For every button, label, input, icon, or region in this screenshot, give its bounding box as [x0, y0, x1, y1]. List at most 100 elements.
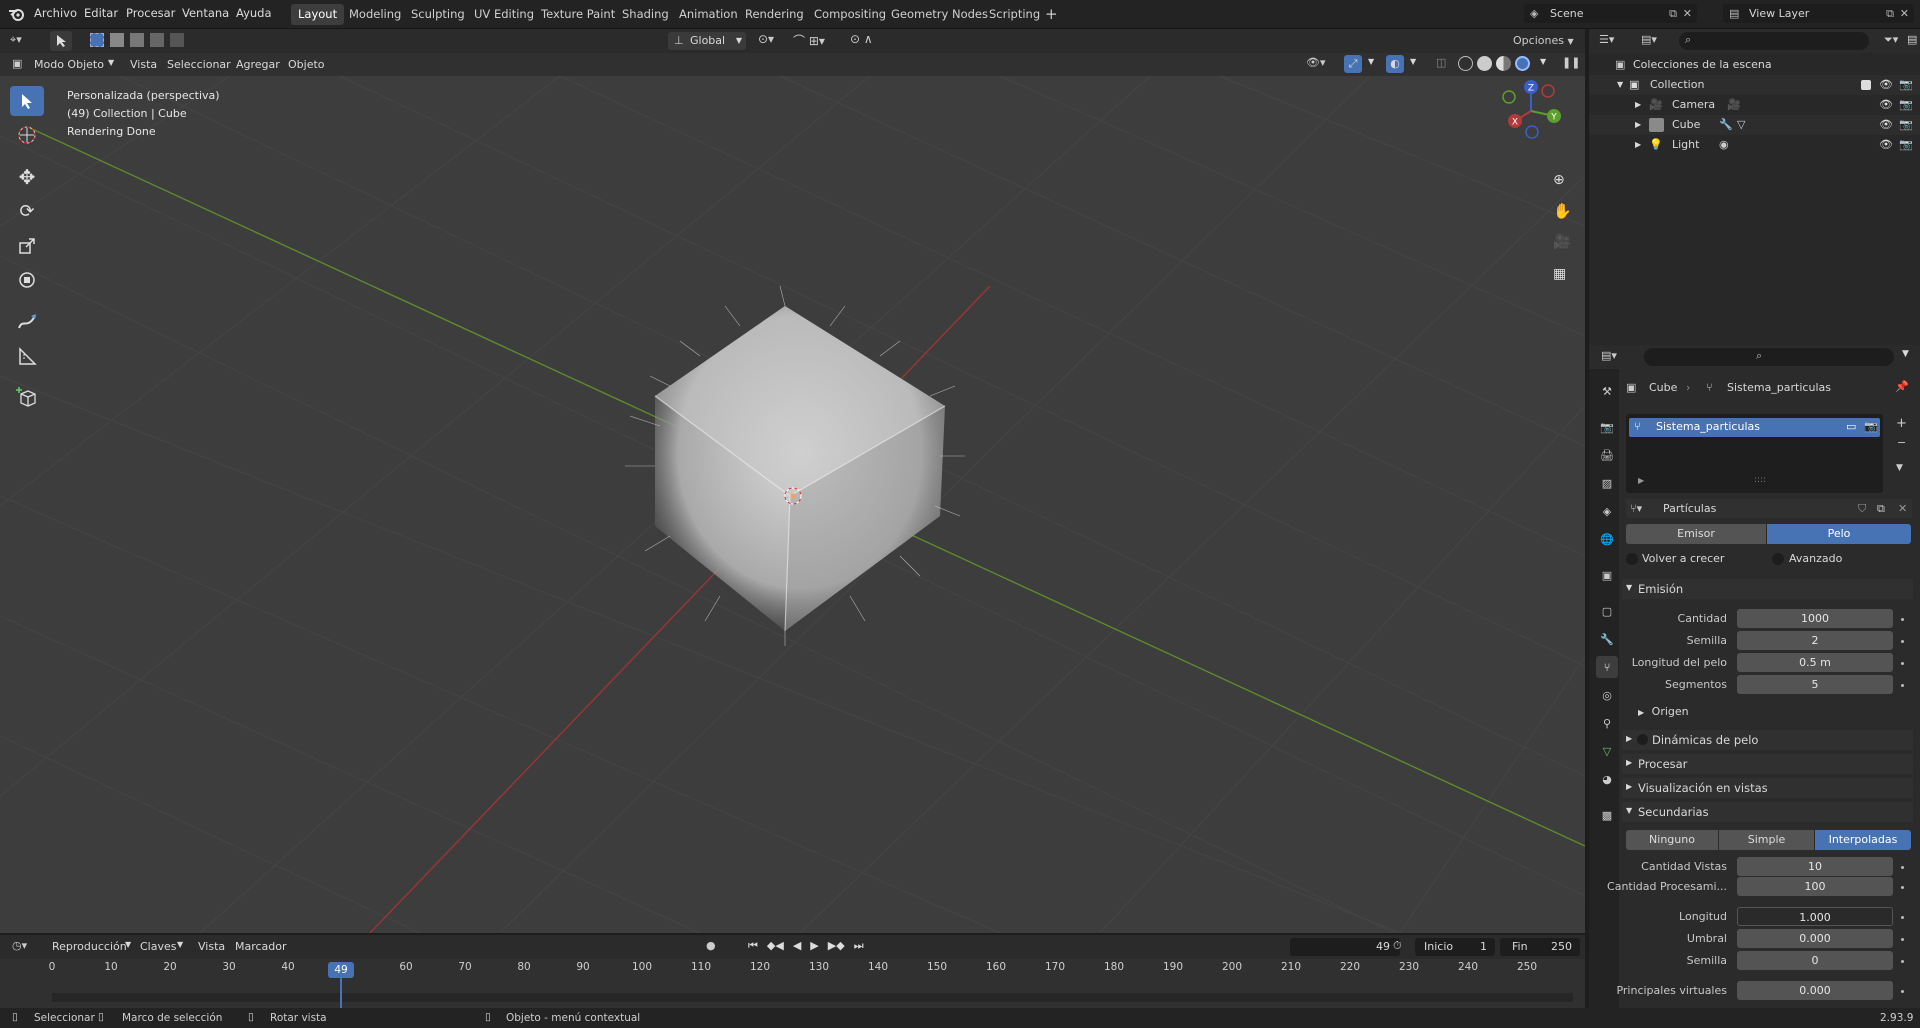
add-particle-system-icon[interactable]: + — [1896, 416, 1907, 431]
specials-menu-icon[interactable]: ▼ — [1896, 463, 1903, 473]
editor-type-icon[interactable]: ⌖▾ — [10, 33, 22, 47]
type-emisor-button[interactable]: Emisor — [1626, 524, 1766, 544]
3d-viewport[interactable]: Personalizada (perspectiva) (49) Collect… — [0, 76, 1585, 933]
fake-user-icon[interactable]: ⛉ — [1858, 499, 1866, 518]
select-subtract-icon[interactable] — [130, 33, 144, 47]
scale-tool[interactable] — [10, 231, 44, 261]
pivot-point-icon[interactable]: ⊙▾ — [758, 32, 774, 46]
constraints-tab-icon[interactable]: ⚲ — [1596, 712, 1618, 734]
select-invert-icon[interactable] — [150, 33, 164, 47]
next-keyframe-icon[interactable]: ▶◆ — [828, 939, 845, 953]
eye-icon[interactable]: 👁 — [1879, 75, 1893, 95]
texture-tab-icon[interactable]: ▩ — [1596, 804, 1618, 826]
chevron-down-icon[interactable]: ▼ — [1540, 57, 1546, 66]
timeline-editor-icon[interactable]: ◷▾ — [12, 939, 27, 952]
segments-field[interactable]: 5 — [1737, 675, 1893, 694]
menu-claves[interactable]: Claves — [140, 940, 177, 953]
regrow-checkbox[interactable] — [1626, 553, 1638, 565]
seed-field[interactable]: 2 — [1737, 631, 1893, 650]
overlays-icon[interactable]: ◐ — [1386, 55, 1404, 73]
expand-arrow-icon[interactable]: ▼ — [1617, 75, 1623, 95]
children-panel-header[interactable]: ▼ Secundarias — [1622, 802, 1913, 822]
copy-scene-icon[interactable]: ⧉ — [1669, 4, 1677, 23]
snap-icon[interactable]: ⌒ ⊞▾ — [793, 32, 825, 49]
perspective-grid-icon[interactable]: ▦ — [1553, 266, 1566, 282]
eye-icon[interactable]: 👁 — [1879, 115, 1893, 135]
keyframe-dot-icon[interactable] — [1901, 886, 1904, 889]
breadcrumb-particle-system[interactable]: Sistema_particulas — [1727, 379, 1831, 397]
breadcrumb-object[interactable]: Cube — [1649, 379, 1677, 397]
menu-marcador[interactable]: Marcador — [235, 940, 287, 953]
advanced-checkbox[interactable] — [1772, 553, 1784, 565]
duplicate-icon[interactable]: ⧉ — [1877, 499, 1885, 518]
hair-dynamics-checkbox[interactable] — [1637, 734, 1648, 745]
keyframe-dot-icon[interactable] — [1901, 938, 1904, 941]
cursor-tool[interactable] — [10, 120, 44, 150]
menu-vista-timeline[interactable]: Vista — [198, 940, 225, 953]
properties-search-input[interactable]: ⌕ — [1644, 348, 1894, 366]
outliner-editor-icon[interactable]: ☰▾ — [1599, 33, 1614, 46]
close-view-layer-icon[interactable]: ✕ — [1900, 4, 1909, 23]
mode-dropdown[interactable]: Modo Objeto — [34, 58, 104, 71]
emission-panel-header[interactable]: ▼ Emisión — [1622, 579, 1913, 599]
chevron-down-icon[interactable]: ▼ — [1410, 57, 1416, 66]
select-tool-icon[interactable] — [50, 31, 72, 51]
keyframe-dot-icon[interactable] — [1901, 990, 1904, 993]
filter-icon[interactable]: ⏷▾ — [1884, 33, 1898, 47]
proportional-edit-icon[interactable]: ⊙ ∧ — [850, 32, 873, 46]
light-data-icon[interactable]: ◉ — [1719, 135, 1729, 155]
modifier-wrench-icon[interactable]: 🔧 — [1719, 115, 1733, 135]
keyframe-dot-icon[interactable] — [1901, 916, 1904, 919]
display-mode-icon[interactable]: ▤▾ — [1641, 33, 1657, 46]
eye-icon[interactable]: 👁 — [1879, 95, 1893, 115]
camera-render-icon[interactable]: 📷 — [1899, 115, 1913, 135]
view-layer-tab-icon[interactable]: ▨ — [1596, 472, 1618, 494]
viewport-display-icon[interactable]: ▭ — [1846, 420, 1856, 433]
amount-field[interactable]: 1000 — [1737, 609, 1893, 628]
tab-geometry-nodes[interactable]: Geometry Nodes — [884, 4, 995, 25]
keyframe-dot-icon[interactable] — [1901, 662, 1904, 665]
keyframe-dot-icon[interactable] — [1901, 866, 1904, 869]
menu-agregar[interactable]: Agregar — [236, 58, 280, 71]
tab-sculpting[interactable]: Sculpting — [404, 4, 472, 25]
camera-data-icon[interactable]: 🎥 — [1727, 95, 1741, 115]
expand-arrow-icon[interactable]: ▶ — [1635, 95, 1641, 115]
chevron-down-icon[interactable]: ▼ — [1902, 349, 1909, 359]
transform-orientation-dropdown[interactable]: ⊥ Global ▼ — [668, 32, 746, 50]
start-frame-field[interactable]: Inicio 1 — [1415, 938, 1495, 956]
neg-x-axis-icon[interactable] — [1541, 84, 1555, 98]
keyframe-dot-icon[interactable] — [1901, 640, 1904, 643]
camera-view-icon[interactable]: 🎥 — [1553, 234, 1570, 250]
data-tab-icon[interactable]: ▽ — [1596, 740, 1618, 762]
camera-render-icon[interactable]: 📷 — [1899, 135, 1913, 155]
tab-modeling[interactable]: Modeling — [342, 4, 408, 25]
play-icon[interactable]: ▶ — [810, 939, 818, 953]
hair-dynamics-panel-header[interactable]: ▶ Dinámicas de pelo — [1622, 730, 1913, 750]
copy-view-layer-icon[interactable]: ⧉ — [1886, 4, 1894, 23]
tool-tab-icon[interactable]: ⚒ — [1596, 380, 1618, 402]
tab-shading[interactable]: Shading — [615, 4, 676, 25]
play-reverse-icon[interactable]: ◀ — [793, 939, 801, 953]
render-amount-field[interactable]: 100 — [1737, 877, 1893, 896]
type-pelo-button[interactable]: Pelo — [1767, 524, 1911, 544]
pause-render-icon[interactable]: ❚❚ — [1562, 56, 1580, 69]
navigation-gizmo[interactable]: Z Y X — [1496, 78, 1566, 148]
measure-tool[interactable] — [10, 341, 44, 371]
jump-end-icon[interactable]: ⏭ — [854, 939, 864, 953]
outliner-scene-collection[interactable]: ▣ Colecciones de la escena — [1589, 55, 1920, 75]
keyframe-dot-icon[interactable] — [1901, 960, 1904, 963]
outliner-item-camera[interactable]: ▶ 🎥 Camera 🎥 👁 📷 — [1589, 95, 1920, 115]
menu-reproduccion[interactable]: Reproducción — [52, 940, 127, 953]
list-resize-handle[interactable]: :::: — [1754, 475, 1766, 485]
threshold-field[interactable]: 0.000 — [1737, 929, 1893, 948]
new-collection-icon[interactable]: ▤ — [1907, 33, 1917, 46]
menu-ventana[interactable]: Ventana — [182, 6, 229, 20]
tab-texture-paint[interactable]: Texture Paint — [534, 4, 622, 25]
select-new-icon[interactable] — [90, 33, 104, 47]
chevron-down-icon[interactable]: ▼ — [1368, 57, 1374, 66]
prev-keyframe-icon[interactable]: ◆◀ — [767, 939, 784, 953]
select-intersect-icon[interactable] — [170, 33, 184, 47]
select-box-tool[interactable] — [10, 86, 44, 116]
tab-scripting[interactable]: Scripting — [982, 4, 1047, 25]
menu-vista[interactable]: Vista — [130, 58, 157, 71]
